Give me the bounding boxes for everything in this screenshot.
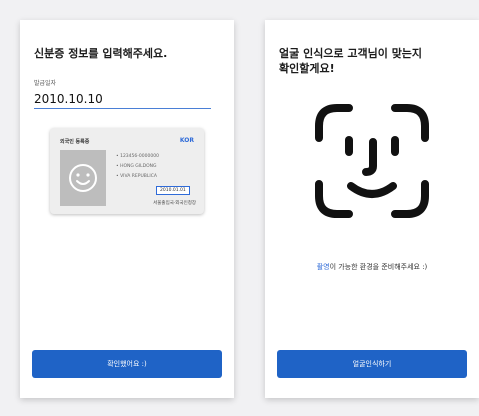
card-line: • VIVA REPUBLICA — [116, 174, 157, 179]
title-line-1: 얼굴 인식으로 고객님이 맞는지 — [279, 47, 423, 60]
id-info-screen: 신분증 정보를 입력해주세요. 발급일자 외국인 등록증 KOR • 12345… — [20, 20, 234, 398]
issue-date-input[interactable] — [34, 90, 211, 109]
instruction-text: 이 가능한 환경을 준비해주세요 :) — [329, 263, 428, 271]
card-country-code: KOR — [179, 137, 194, 144]
card-line: • 123456-0000000 — [116, 154, 159, 159]
confirm-button[interactable]: 확인했어요 :) — [32, 350, 222, 378]
face-recognition-title: 얼굴 인식으로 고객님이 맞는지 확인할게요! — [279, 46, 422, 76]
face-recognition-button[interactable]: 얼굴인식하기 — [277, 350, 467, 378]
instruction-accent: 촬영 — [316, 263, 330, 271]
card-photo — [60, 150, 106, 206]
face-instruction: 촬영이 가능한 환경을 준비해주세요 :) — [265, 262, 479, 272]
card-info-lines: • 123456-0000000 • HONG GILDONG • VIVA R… — [116, 154, 159, 184]
id-info-title: 신분증 정보를 입력해주세요. — [34, 47, 168, 60]
issue-date-label: 발급일자 — [34, 80, 57, 87]
card-title: 외국인 등록증 — [60, 139, 90, 145]
face-recognition-screen: 얼굴 인식으로 고객님이 맞는지 확인할게요! 촬영이 가능한 환경을 준비해주… — [265, 20, 479, 398]
smiley-icon — [69, 164, 97, 192]
title-line-2: 확인할게요! — [279, 62, 335, 75]
id-card-illustration: 외국인 등록증 KOR • 123456-0000000 • HONG GILD… — [50, 128, 204, 214]
face-id-icon — [315, 104, 429, 218]
card-line: • HONG GILDONG — [116, 164, 157, 169]
card-issuer: 서울출입국·외국인청장 — [153, 201, 196, 206]
card-issue-date: 2010.01.01 — [156, 186, 190, 195]
